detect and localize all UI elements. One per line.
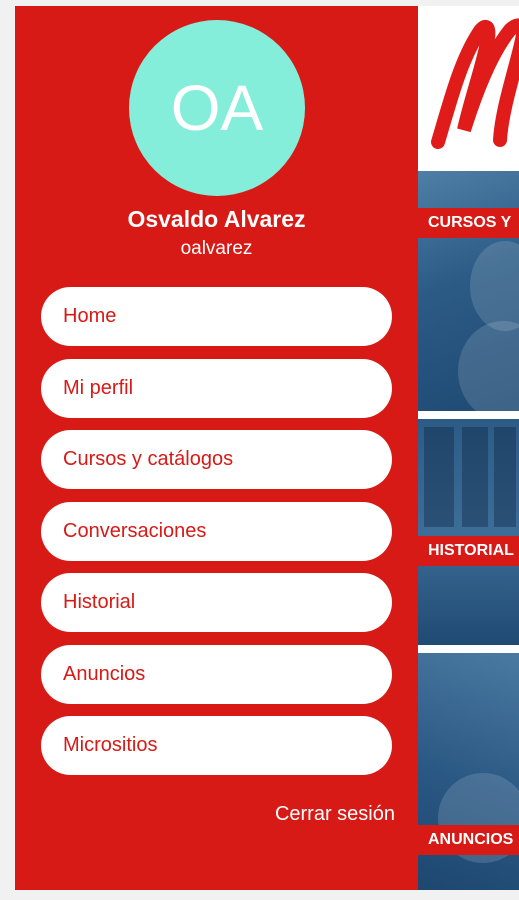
menu-item-home[interactable]: Home (41, 287, 392, 346)
menu-item-conversations[interactable]: Conversaciones (41, 501, 392, 561)
brand-logo (431, 18, 519, 149)
username: oalvarez (180, 238, 253, 259)
navigation-drawer: OA Osvaldo Alvarez oalvarez Home Mi perf… (15, 6, 418, 890)
menu-item-courses-catalogs[interactable]: Cursos y catálogos (41, 430, 392, 489)
menu-item-announcements[interactable]: Anuncios (41, 644, 392, 704)
drawer-menu: Home Mi perfil Cursos y catálogos Conver… (41, 287, 392, 788)
history-tile[interactable]: HISTORIAL (418, 419, 519, 645)
user-name: Osvaldo Alvarez (127, 206, 306, 232)
header-logo-area (418, 6, 519, 171)
announcements-tile-label: ANUNCIOS (418, 825, 519, 855)
courses-tile-label: CURSOS Y (418, 208, 519, 238)
logout-link[interactable]: Cerrar sesión (275, 803, 395, 826)
app-screen: CURSOS Y HISTORIAL ANUNCIOS OA Osvaldo A… (15, 6, 519, 890)
menu-item-microsites[interactable]: Micrositios (41, 716, 392, 775)
menu-item-profile[interactable]: Mi perfil (41, 358, 392, 418)
home-background: CURSOS Y HISTORIAL ANUNCIOS (418, 6, 519, 890)
menu-item-history[interactable]: Historial (41, 573, 392, 632)
avatar[interactable]: OA (129, 20, 305, 196)
courses-tile[interactable]: CURSOS Y (418, 171, 519, 411)
history-tile-label: HISTORIAL (418, 536, 519, 566)
announcements-tile[interactable]: ANUNCIOS (418, 653, 519, 890)
